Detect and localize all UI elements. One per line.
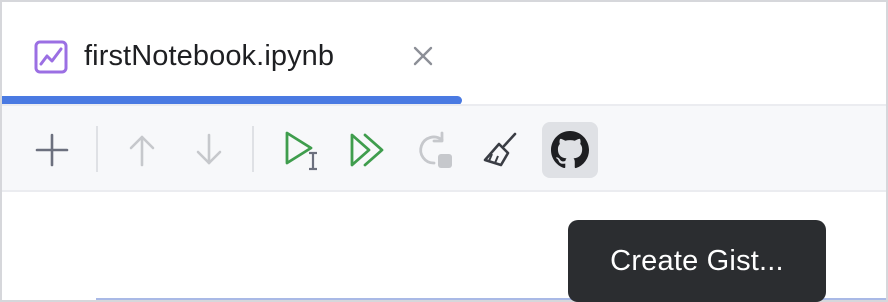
move-cell-up-button[interactable] (114, 122, 170, 178)
github-icon (551, 131, 589, 169)
create-gist-button[interactable] (542, 122, 598, 178)
tab-title: firstNotebook.ipynb (84, 40, 335, 72)
tab-first-notebook[interactable]: firstNotebook.ipynb (2, 2, 462, 105)
plus-icon (35, 133, 69, 167)
toolbar-separator (252, 126, 254, 172)
run-all-icon (350, 133, 384, 167)
tooltip-text: Create Gist... (610, 244, 784, 277)
move-cell-down-button[interactable] (181, 122, 237, 178)
broom-icon (483, 132, 517, 167)
arrow-up-icon (129, 135, 155, 167)
restart-kernel-button[interactable] (406, 122, 462, 178)
restart-icon (419, 131, 452, 168)
run-all-button[interactable] (338, 122, 394, 178)
run-cursor-icon (285, 131, 317, 171)
notebook-chart-icon (34, 40, 68, 74)
arrow-down-icon (196, 133, 222, 165)
clear-outputs-button[interactable] (473, 122, 529, 178)
toolbar-separator (96, 126, 98, 172)
notebook-window: firstNotebook.ipynb Create Gist... (0, 0, 888, 302)
add-cell-button[interactable] (24, 122, 80, 178)
close-icon[interactable] (410, 43, 436, 69)
run-cell-button[interactable] (272, 122, 328, 178)
tooltip: Create Gist... (568, 220, 826, 302)
editor-tab-bar: firstNotebook.ipynb (2, 2, 886, 106)
notebook-toolbar (2, 106, 886, 192)
